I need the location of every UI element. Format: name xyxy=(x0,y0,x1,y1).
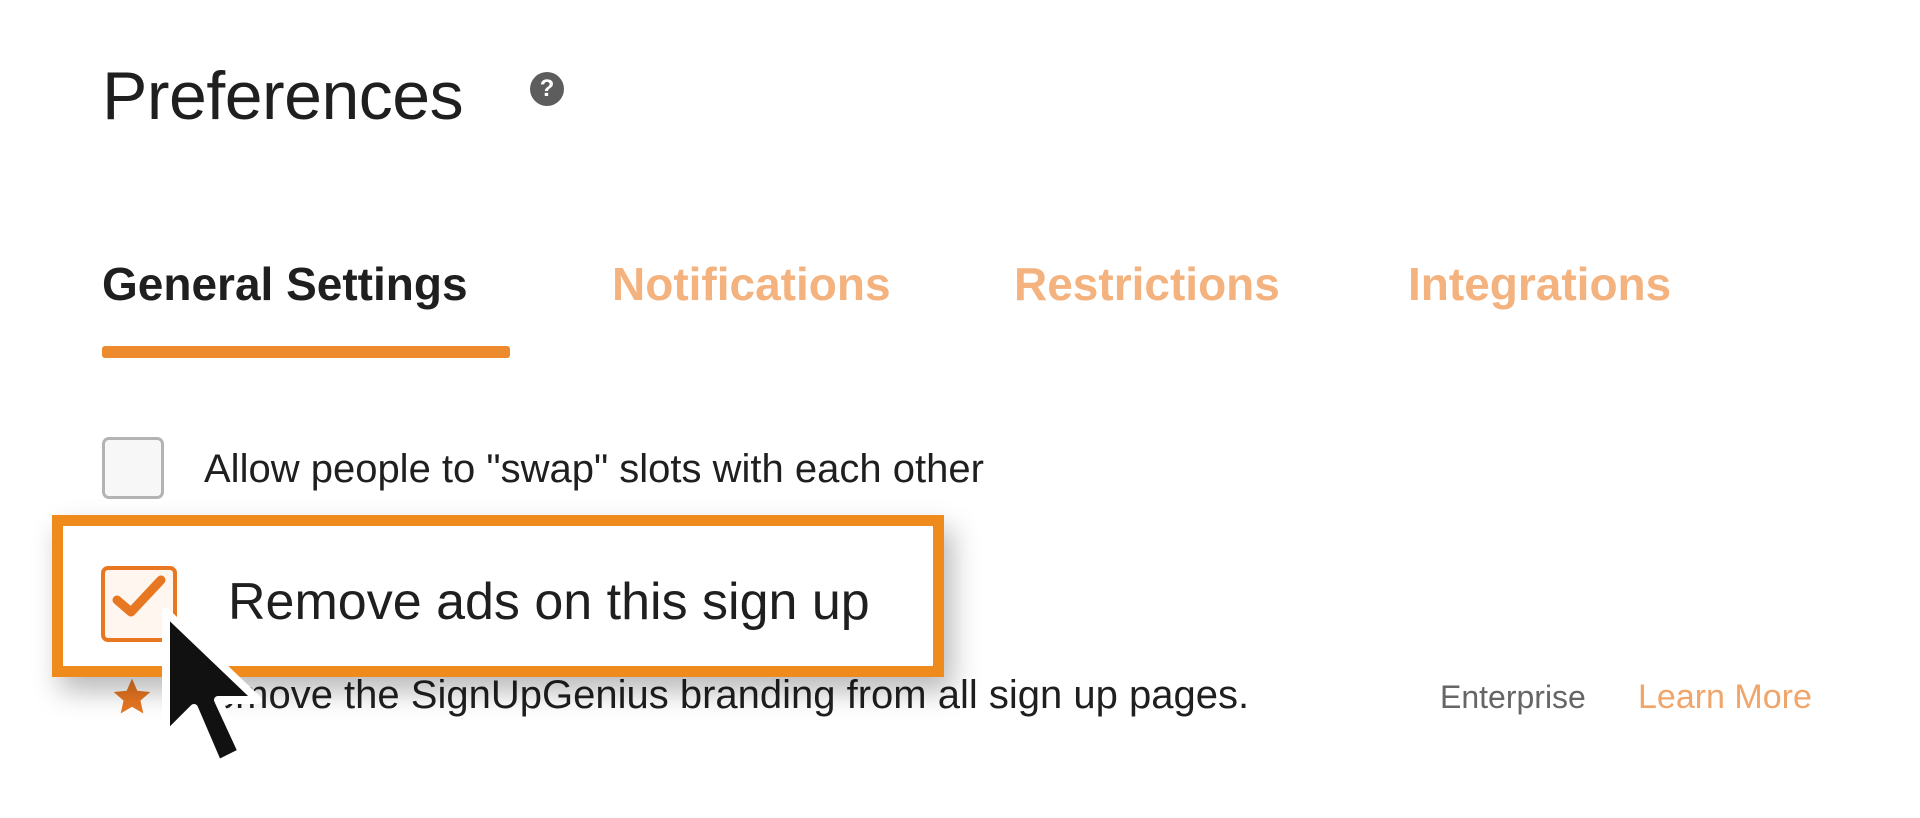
preferences-page: Preferences ? General Settings Notificat… xyxy=(0,0,1920,818)
swap-slots-checkbox[interactable] xyxy=(102,437,164,499)
active-tab-indicator xyxy=(102,346,510,358)
tab-restrictions[interactable]: Restrictions xyxy=(1014,252,1280,316)
question-circle-icon[interactable]: ? xyxy=(530,72,564,106)
settings-tabs: General Settings Notifications Restricti… xyxy=(102,252,1822,362)
mouse-pointer-icon xyxy=(162,608,262,768)
remove-ads-label: Remove ads on this sign up xyxy=(228,573,870,631)
enterprise-badge: Enterprise xyxy=(1440,679,1586,715)
tab-general-settings[interactable]: General Settings xyxy=(102,252,468,316)
tab-notifications[interactable]: Notifications xyxy=(612,252,891,316)
learn-more-link[interactable]: Learn More xyxy=(1638,673,1812,721)
page-title: Preferences xyxy=(102,58,464,134)
swap-slots-label: Allow people to "swap" slots with each o… xyxy=(204,447,984,491)
tab-integrations[interactable]: Integrations xyxy=(1408,252,1671,316)
